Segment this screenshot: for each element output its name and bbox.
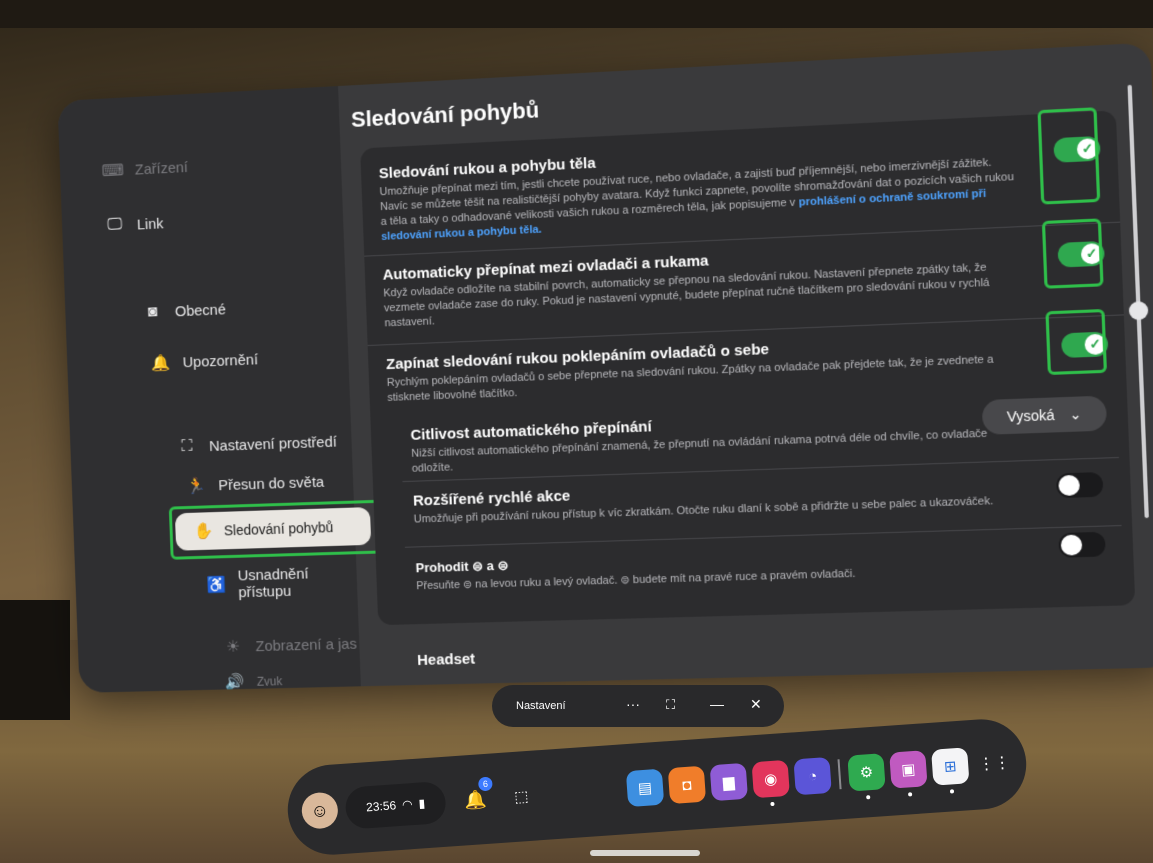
gallery-app-icon[interactable]: ▣ (889, 750, 928, 789)
avatar[interactable]: ☺ (300, 791, 340, 830)
sidebar-item-device[interactable]: ⌨ Zařízení (101, 157, 189, 181)
chevron-down-icon: ⌄ (1068, 405, 1083, 423)
accessibility-icon: ♿ (206, 576, 227, 595)
dock-separator (837, 759, 842, 790)
shop-app-glyph: ◘ (681, 776, 693, 794)
window-bar: Nastavení ··· ⛶ — ✕ (492, 685, 784, 727)
shop-app-icon[interactable]: ◘ (667, 765, 707, 805)
notification-badge: 6 (477, 776, 493, 792)
highlight-box (1037, 107, 1101, 205)
camera-app-icon[interactable]: ◉ (751, 759, 790, 799)
notifications-button[interactable]: 🔔 6 (456, 776, 494, 818)
windows-app-glyph: ⊞ (943, 758, 958, 776)
sidebar-item-accessibility[interactable]: ♿ Usnadnění přístupu (206, 564, 358, 602)
room-left-object (0, 600, 70, 720)
running-indicator (770, 801, 775, 807)
sidebar-item-environment[interactable]: ⛶ Nastavení prostředí (176, 432, 337, 457)
clock-text: 23:56 (365, 798, 397, 815)
highlight-box (168, 499, 382, 560)
battery-icon: ▮ (418, 796, 426, 811)
quick-actions-toggle[interactable] (1055, 471, 1104, 499)
headset-icon: ◙ (147, 303, 158, 321)
running-indicator (949, 789, 955, 794)
sidebar-item-label: Přesun do světa (218, 473, 325, 494)
window-label: Nastavení (516, 700, 566, 712)
highlight-box (1041, 218, 1104, 289)
settings-sidebar: ⌨ Zařízení 🖵 Link ◙ Obecné 🔔 Upozornění … (57, 86, 382, 693)
room-ceiling (0, 0, 1153, 28)
camera-app-glyph: ◉ (763, 770, 778, 789)
sidebar-item-label: Obecné (174, 300, 227, 320)
close-icon[interactable]: ✕ (750, 696, 762, 713)
sidebar-item-label: Zařízení (134, 158, 189, 179)
sidebar-item-move[interactable]: 🏃 Přesun do světa (185, 472, 324, 496)
browser-app-icon[interactable]: ◔ (793, 756, 832, 796)
highlight-box (1045, 308, 1108, 376)
section-headset: Headset (416, 650, 476, 670)
gallery-app-glyph: ▣ (900, 760, 917, 779)
browser-app-glyph: ◔ (807, 767, 818, 785)
sidebar-item-label: Zobrazení a jas (255, 635, 358, 655)
sidebar-item-general[interactable]: ◙ Obecné (142, 299, 226, 322)
sidebar-item-brightness[interactable]: ☀ Zobrazení a jas (222, 634, 357, 657)
more-icon[interactable]: ··· (626, 696, 640, 712)
status-pill[interactable]: 23:56 ◠ ▮ (344, 780, 447, 830)
avatar-icon: ☺ (309, 799, 330, 821)
sidebar-item-link[interactable]: 🖵 Link (104, 214, 164, 236)
settings-window: ⌨ Zařízení 🖵 Link ◙ Obecné 🔔 Upozornění … (57, 42, 1153, 693)
dropdown-value: Vysoká (1006, 406, 1055, 425)
windows-app-icon[interactable]: ⊞ (931, 747, 970, 786)
grid-icon: ⋮⋮ (977, 754, 1011, 774)
capture-icon: ⬚ (513, 788, 530, 806)
sidebar-item-label: Nastavení prostředí (208, 433, 338, 455)
sidebar-item-notifications[interactable]: 🔔 Upozornění (150, 349, 259, 373)
scroll-thumb[interactable] (1128, 300, 1149, 321)
toggle-knob (1058, 474, 1081, 497)
running-indicator (907, 792, 913, 797)
expand-icon[interactable]: ⛶ (666, 697, 675, 713)
swap-toggle[interactable] (1058, 531, 1106, 558)
chat-app-icon[interactable]: ▆ (709, 762, 749, 802)
wifi-icon: ◠ (401, 797, 414, 812)
chat-app-glyph: ▆ (722, 773, 736, 792)
store-app-glyph: ▤ (637, 779, 653, 798)
brightness-icon: ☀ (225, 638, 241, 656)
settings-content: Sledování pohybů Sledování rukou a pohyb… (348, 43, 1153, 686)
running-indicator (866, 795, 871, 800)
link-icon: 🖵 (107, 216, 123, 234)
app-library-button[interactable]: ⋮⋮ (975, 744, 1013, 782)
move-icon: 🏃 (186, 477, 207, 496)
settings-app-glyph: ⚙ (859, 763, 874, 782)
sidebar-item-label: Usnadnění přístupu (237, 565, 309, 602)
store-app-icon[interactable]: ▤ (625, 768, 665, 808)
settings-app-icon[interactable]: ⚙ (847, 753, 886, 792)
sidebar-item-label: Zvuk (256, 674, 283, 689)
capture-button[interactable]: ⬚ (502, 777, 540, 815)
sidebar-item-label: Link (136, 215, 164, 233)
toggle-knob (1060, 534, 1083, 556)
sidebar-item-label: Upozornění (182, 350, 259, 371)
device-icon: ⌨ (101, 162, 125, 181)
sensitivity-dropdown[interactable]: Vysoká ⌄ (981, 395, 1108, 435)
bell-icon: 🔔 (463, 788, 488, 810)
environment-icon: ⛶ (181, 437, 193, 456)
page-title: Sledování pohybů (350, 97, 540, 133)
minimize-icon[interactable]: — (710, 696, 724, 712)
bell-icon: 🔔 (150, 355, 171, 373)
home-indicator (590, 850, 700, 856)
